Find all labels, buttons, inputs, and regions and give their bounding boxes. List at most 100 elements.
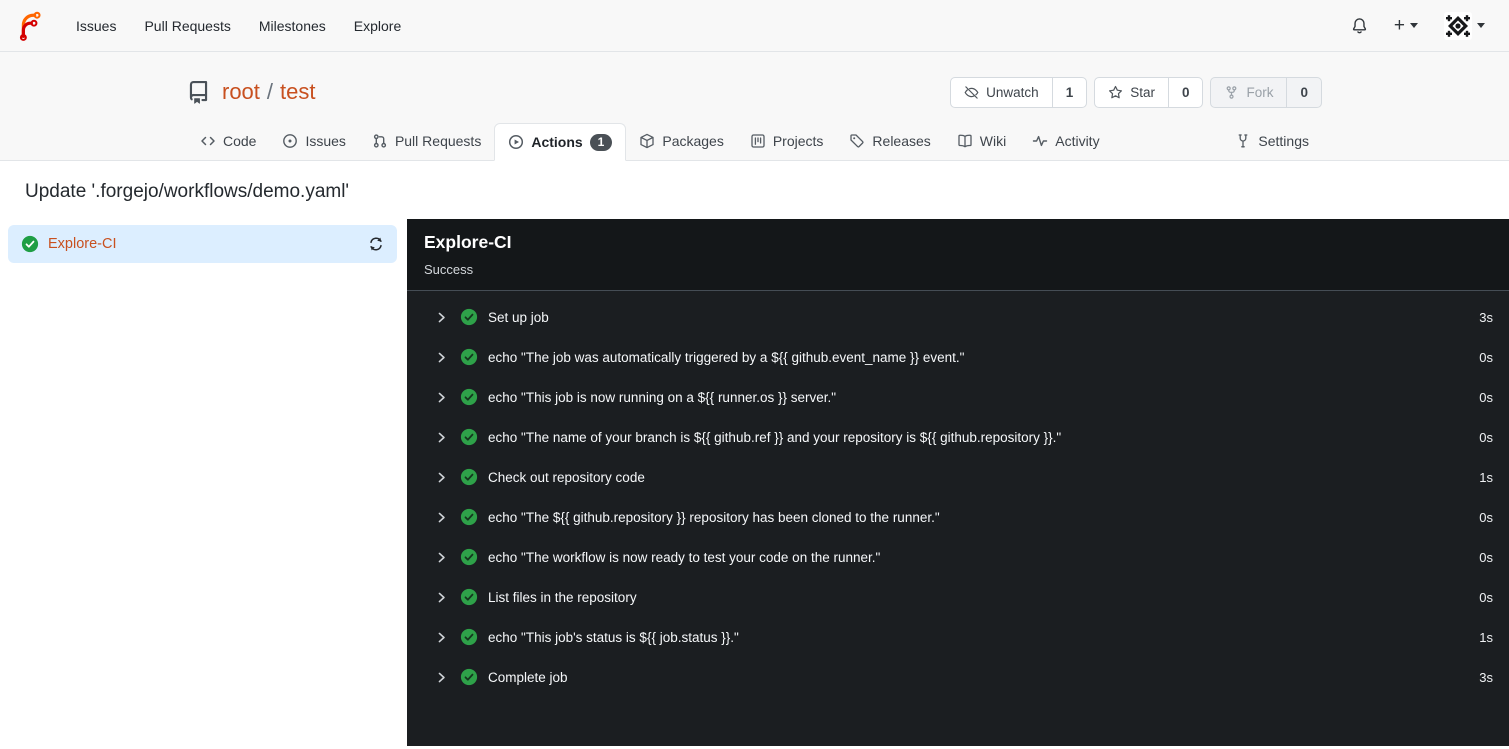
repo-title-row: root / test Unwatch 1 Star 0 Fork 0 xyxy=(187,72,1322,112)
tab-packages[interactable]: Packages xyxy=(626,122,736,160)
step-duration: 1s xyxy=(1479,629,1493,645)
step-success-check-icon xyxy=(460,308,478,326)
watch-button-group: Unwatch 1 xyxy=(950,76,1088,108)
tab-actions-label: Actions xyxy=(531,134,583,150)
tab-activity[interactable]: Activity xyxy=(1019,122,1112,160)
steps-list: Set up job 3s echo "The job was automati… xyxy=(407,291,1509,707)
navbar-right: + xyxy=(1341,6,1495,46)
chevron-right-icon xyxy=(435,471,448,484)
step-label: echo "The ${{ github.repository }} repos… xyxy=(488,509,940,525)
tab-settings[interactable]: Settings xyxy=(1222,122,1322,160)
star-button[interactable]: Star xyxy=(1095,78,1168,107)
step-row[interactable]: echo "The workflow is now ready to test … xyxy=(407,537,1509,577)
step-duration: 0s xyxy=(1479,589,1493,605)
chevron-right-icon xyxy=(435,391,448,404)
tab-projects[interactable]: Projects xyxy=(737,122,837,160)
step-label: Set up job xyxy=(488,309,549,325)
book-open-icon xyxy=(957,133,973,149)
step-row[interactable]: echo "This job's status is ${{ job.statu… xyxy=(407,617,1509,657)
tab-wiki[interactable]: Wiki xyxy=(944,122,1019,160)
step-row[interactable]: Set up job 3s xyxy=(407,297,1509,337)
job-log-panel: Explore-CI Success Set up job 3s echo "T… xyxy=(407,219,1509,746)
stars-count[interactable]: 0 xyxy=(1167,77,1203,107)
job-success-check-icon xyxy=(21,235,39,253)
step-success-check-icon xyxy=(460,628,478,646)
package-icon xyxy=(639,133,655,149)
nav-item-issues[interactable]: Issues xyxy=(62,0,130,52)
step-row[interactable]: List files in the repository 0s xyxy=(407,577,1509,617)
step-label: List files in the repository xyxy=(488,589,637,605)
project-board-icon xyxy=(750,133,766,149)
nav-item-pull-requests[interactable]: Pull Requests xyxy=(130,0,244,52)
forgejo-logo-icon[interactable] xyxy=(14,11,44,41)
unwatch-label: Unwatch xyxy=(986,84,1039,100)
step-label: echo "The job was automatically triggere… xyxy=(488,349,965,365)
play-circle-icon xyxy=(508,134,524,150)
repo-owner-link[interactable]: root xyxy=(222,79,260,105)
step-success-check-icon xyxy=(460,508,478,526)
step-success-check-icon xyxy=(460,588,478,606)
step-success-check-icon xyxy=(460,548,478,566)
fork-label: Fork xyxy=(1246,84,1274,100)
tab-issues[interactable]: Issues xyxy=(269,122,358,160)
step-row[interactable]: echo "The ${{ github.repository }} repos… xyxy=(407,497,1509,537)
step-row[interactable]: echo "The name of your branch is ${{ git… xyxy=(407,417,1509,457)
top-navbar: Issues Pull Requests Milestones Explore … xyxy=(0,0,1509,52)
repo-name-link[interactable]: test xyxy=(280,79,315,105)
step-duration: 0s xyxy=(1479,549,1493,565)
step-row[interactable]: Complete job 3s xyxy=(407,657,1509,697)
step-success-check-icon xyxy=(460,428,478,446)
tab-wiki-label: Wiki xyxy=(979,133,1007,149)
star-button-group: Star 0 xyxy=(1094,76,1204,108)
step-label: echo "This job's status is ${{ job.statu… xyxy=(488,629,739,645)
git-pull-request-icon xyxy=(372,133,388,149)
watchers-count[interactable]: 1 xyxy=(1051,77,1087,107)
tab-code-label: Code xyxy=(223,133,257,149)
step-duration: 1s xyxy=(1479,469,1493,485)
tab-projects-label: Projects xyxy=(772,133,824,149)
repo-header: root / test Unwatch 1 Star 0 Fork 0 Code… xyxy=(0,52,1509,161)
job-status-label: Success xyxy=(424,262,474,277)
tab-activity-label: Activity xyxy=(1055,133,1100,149)
step-label: echo "This job is now running on a ${{ r… xyxy=(488,389,837,405)
step-duration: 0s xyxy=(1479,429,1493,445)
chevron-right-icon xyxy=(435,551,448,564)
chevron-right-icon xyxy=(435,671,448,684)
user-menu-button[interactable] xyxy=(1434,6,1495,46)
tab-pull-requests-label: Pull Requests xyxy=(394,133,482,149)
step-row[interactable]: echo "The job was automatically triggere… xyxy=(407,337,1509,377)
nav-item-milestones[interactable]: Milestones xyxy=(245,0,340,52)
step-success-check-icon xyxy=(460,388,478,406)
chevron-right-icon xyxy=(435,591,448,604)
step-success-check-icon xyxy=(460,668,478,686)
tab-releases[interactable]: Releases xyxy=(836,122,943,160)
step-label: Check out repository code xyxy=(488,469,645,485)
sidebar-job-explore-ci[interactable]: Explore-CI xyxy=(8,225,397,263)
step-duration: 3s xyxy=(1479,309,1493,325)
tab-code[interactable]: Code xyxy=(187,122,269,160)
tab-actions[interactable]: Actions 1 xyxy=(494,123,627,161)
chevron-right-icon xyxy=(435,351,448,364)
code-icon xyxy=(200,133,216,149)
refresh-icon[interactable] xyxy=(368,236,384,252)
nav-item-explore[interactable]: Explore xyxy=(340,0,415,52)
step-row[interactable]: Check out repository code 1s xyxy=(407,457,1509,497)
job-panel-title: Explore-CI xyxy=(424,232,512,252)
step-label: echo "The name of your branch is ${{ git… xyxy=(488,429,1062,445)
tag-icon xyxy=(849,133,865,149)
jobs-sidebar: Explore-CI xyxy=(0,219,407,746)
fork-button[interactable]: Fork xyxy=(1211,78,1286,107)
chevron-right-icon xyxy=(435,511,448,524)
step-row[interactable]: echo "This job is now running on a ${{ r… xyxy=(407,377,1509,417)
unwatch-button[interactable]: Unwatch xyxy=(951,78,1052,107)
forks-count[interactable]: 0 xyxy=(1286,77,1321,107)
fork-button-group: Fork 0 xyxy=(1210,76,1322,108)
notifications-bell-icon[interactable] xyxy=(1341,11,1378,40)
tab-releases-label: Releases xyxy=(872,133,931,149)
run-body: Explore-CI Explore-CI Success Set up job… xyxy=(0,219,1509,746)
tab-pull-requests[interactable]: Pull Requests xyxy=(359,122,494,160)
chevron-down-icon xyxy=(1477,23,1485,28)
tools-icon xyxy=(1235,133,1251,149)
step-label: echo "The workflow is now ready to test … xyxy=(488,549,881,565)
create-new-button[interactable]: + xyxy=(1384,12,1428,40)
